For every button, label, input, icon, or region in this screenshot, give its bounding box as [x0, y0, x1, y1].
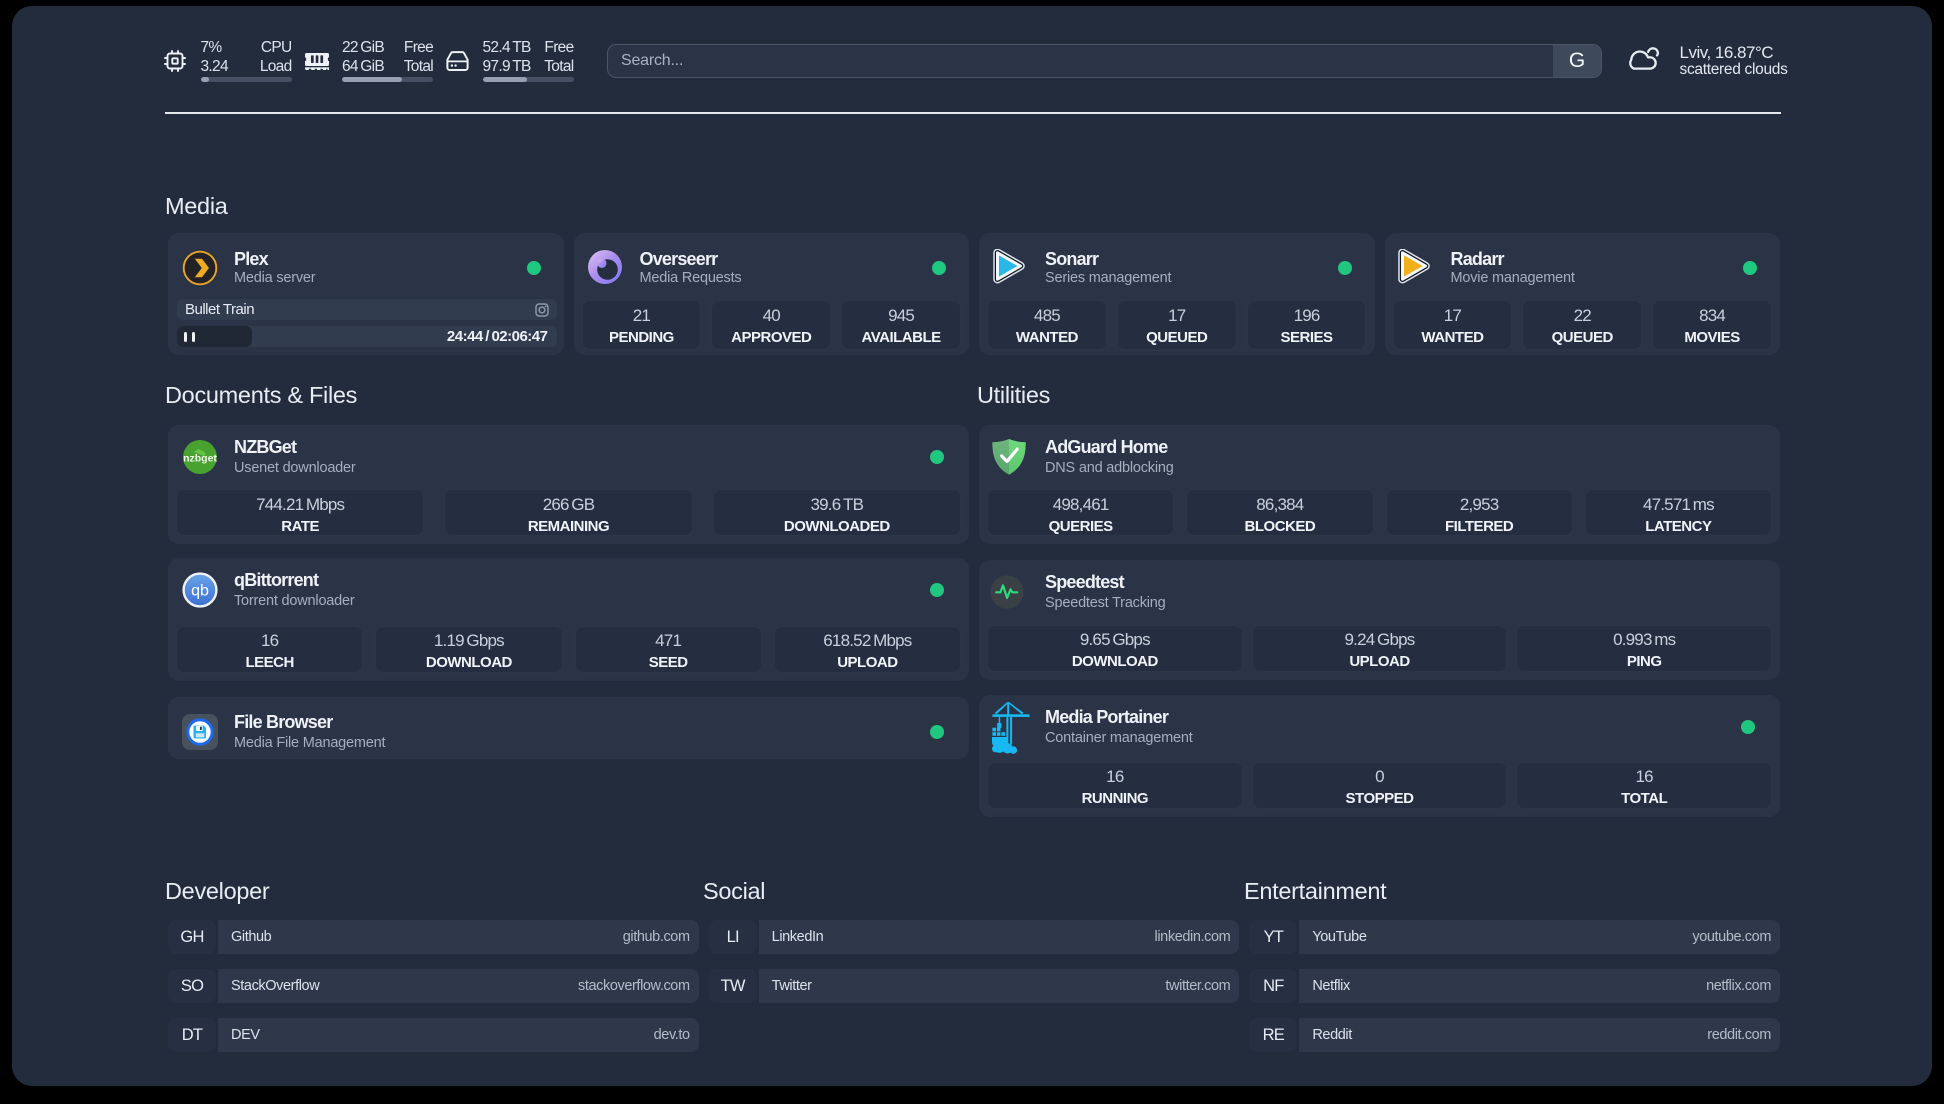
svg-text:qb: qb: [191, 582, 209, 599]
svg-text:nzbget: nzbget: [183, 453, 217, 465]
